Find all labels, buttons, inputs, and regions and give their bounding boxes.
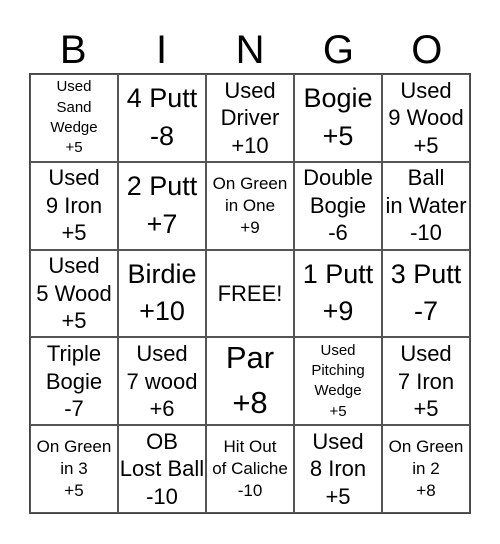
bingo-cell[interactable]: 1 Putt +9: [294, 249, 382, 338]
cell-label: Used Sand Wedge +5: [50, 78, 98, 157]
bingo-cell[interactable]: Used Pitching Wedge +5: [294, 337, 382, 426]
header-letter-b: B: [59, 28, 87, 72]
cell-label: FREE!: [217, 280, 283, 306]
bingo-cell[interactable]: Used Sand Wedge +5: [30, 74, 118, 162]
bingo-cell[interactable]: On Green in 2 +8: [382, 425, 470, 513]
bingo-cell[interactable]: Par +8: [206, 337, 294, 426]
cell-label: Used 5 Wood +5: [36, 253, 112, 334]
cell-label: Double Bogie -6: [303, 165, 373, 246]
bingo-cell[interactable]: On Green in One +9: [206, 161, 294, 250]
free-space-cell[interactable]: FREE!: [206, 249, 294, 338]
bingo-cell[interactable]: 3 Putt -7: [382, 249, 470, 338]
bingo-cell[interactable]: On Green in 3 +5: [30, 425, 118, 513]
cell-label: Used 8 Iron +5: [309, 428, 367, 509]
bingo-cell[interactable]: Birdie +10: [118, 249, 206, 338]
cell-label: Birdie +10: [127, 258, 197, 327]
bingo-cell[interactable]: Used 7 wood +6: [118, 337, 206, 426]
bingo-cell[interactable]: 2 Putt +7: [118, 161, 206, 250]
cell-label: Used 9 Iron +5: [45, 165, 103, 246]
bingo-cell[interactable]: OB Lost Ball -10: [118, 425, 206, 513]
bingo-cell[interactable]: Used 5 Wood +5: [30, 249, 118, 338]
bingo-cell[interactable]: Hit Out of Caliche -10: [206, 425, 294, 513]
bingo-header: B I N G O: [29, 28, 471, 72]
cell-label: 1 Putt +9: [302, 258, 374, 327]
cell-label: Hit Out of Caliche -10: [212, 436, 288, 501]
header-letter-i: I: [156, 28, 168, 72]
bingo-cell[interactable]: Used 8 Iron +5: [294, 425, 382, 513]
header-letter-g: G: [322, 28, 354, 72]
cell-label: Bogie +5: [303, 83, 373, 151]
bingo-cell[interactable]: Used 7 Iron +5: [382, 337, 470, 426]
cell-label: Used 9 Wood +5: [388, 77, 464, 158]
cell-label: Ball in Water -10: [385, 165, 467, 246]
bingo-cell[interactable]: Double Bogie -6: [294, 161, 382, 250]
cell-label: Used 7 wood +6: [126, 341, 198, 422]
cell-label: Used 7 Iron +5: [397, 341, 455, 422]
cell-label: Par +8: [225, 340, 275, 421]
bingo-cell[interactable]: Bogie +5: [294, 74, 382, 162]
header-letter-o: O: [411, 28, 443, 72]
cell-label: OB Lost Ball -10: [119, 428, 205, 509]
header-letter-n: N: [235, 28, 265, 72]
cell-label: Used Pitching Wedge +5: [311, 341, 365, 420]
bingo-grid: Used Sand Wedge +5 4 Putt -8 Used Driver +…: [29, 73, 471, 514]
cell-label: 2 Putt +7: [126, 170, 198, 239]
bingo-cell[interactable]: Used Driver +10: [206, 74, 294, 162]
bingo-cell[interactable]: Used 9 Wood +5: [382, 74, 470, 162]
bingo-cell[interactable]: 4 Putt -8: [118, 74, 206, 162]
cell-label: On Green in 3 +5: [36, 436, 112, 501]
bingo-cell[interactable]: Used 9 Iron +5: [30, 161, 118, 250]
cell-label: Used Driver +10: [220, 77, 280, 158]
cell-label: 3 Putt -7: [390, 258, 462, 327]
cell-label: 4 Putt -8: [126, 83, 198, 151]
bingo-cell[interactable]: Triple Bogie -7: [30, 337, 118, 426]
cell-label: On Green in 2 +8: [388, 436, 464, 501]
cell-label: On Green in One +9: [212, 173, 288, 237]
cell-label: Triple Bogie -7: [45, 341, 103, 422]
bingo-cell[interactable]: Ball in Water -10: [382, 161, 470, 250]
